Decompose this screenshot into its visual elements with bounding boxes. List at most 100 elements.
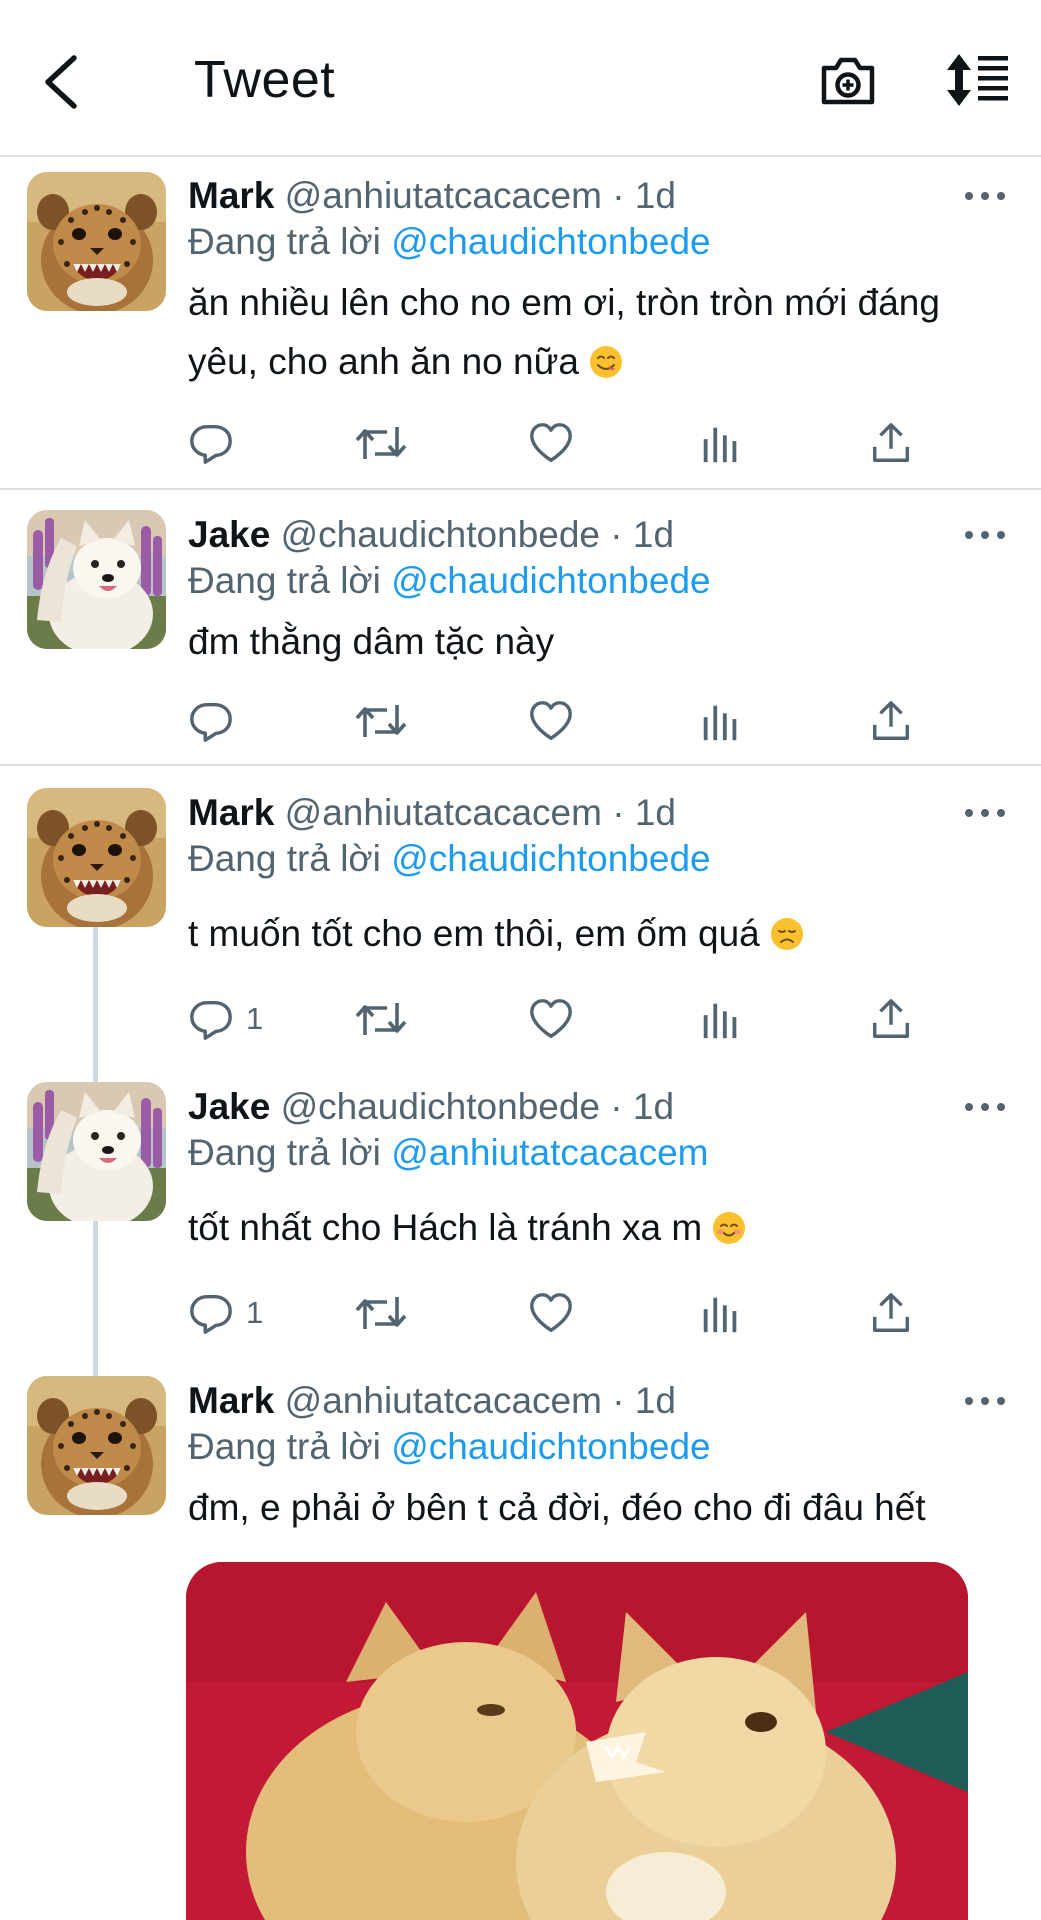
replying-to-line: Đang trả lời @chaudichtonbede: [188, 220, 711, 264]
more-options-button[interactable]: [964, 525, 1006, 545]
replying-to-line: Đang trả lời @chaudichtonbede: [188, 1425, 711, 1469]
tweet-author-line: Jake @chaudichtonbede · 1d: [188, 513, 674, 557]
reply-count: 1: [246, 1295, 264, 1330]
avatar[interactable]: [27, 1082, 166, 1221]
share-button[interactable]: [868, 994, 914, 1044]
tweet-text: đm thằng dâm tặc này: [188, 621, 555, 662]
author-name[interactable]: Jake: [188, 514, 270, 555]
analytics-icon: [698, 996, 744, 1042]
author-handle[interactable]: @anhiutatcacacem: [285, 175, 602, 216]
tweet-actions: [188, 418, 928, 468]
more-options-button[interactable]: [964, 1391, 1006, 1411]
mention-link[interactable]: @chaudichtonbede: [391, 1426, 710, 1467]
like-button[interactable]: [528, 1288, 574, 1338]
more-icon: [964, 186, 1006, 206]
more-options-button[interactable]: [964, 186, 1006, 206]
retweet-button[interactable]: [354, 994, 408, 1044]
author-handle[interactable]: @anhiutatcacacem: [285, 1380, 602, 1421]
reply-button[interactable]: 1: [188, 1288, 263, 1338]
cheetah-cub-avatar: [27, 172, 166, 311]
tweet-text: đm, e phải ở bên t cả đời, đéo cho đi đâ…: [188, 1487, 926, 1528]
like-icon: [528, 1290, 574, 1336]
tweet-photo[interactable]: [186, 1562, 968, 1920]
retweet-button[interactable]: [354, 418, 408, 468]
tweet-time: 1d: [634, 175, 677, 216]
mention-link[interactable]: @anhiutatcacacem: [391, 1132, 708, 1173]
like-button[interactable]: [528, 418, 574, 468]
reply-button[interactable]: [188, 418, 234, 468]
avatar[interactable]: [27, 172, 166, 311]
reply-button[interactable]: 1: [188, 994, 263, 1044]
retweet-button[interactable]: [354, 696, 408, 746]
retweet-button[interactable]: [354, 1288, 408, 1338]
separator-dot: ·: [610, 514, 623, 555]
author-handle[interactable]: @chaudichtonbede: [281, 1086, 600, 1127]
analytics-icon: [698, 1290, 744, 1336]
mention-link[interactable]: @chaudichtonbede: [391, 221, 710, 262]
tweet-author-line: Mark @anhiutatcacacem · 1d: [188, 1379, 676, 1423]
tweet[interactable]: Mark @anhiutatcacacem · 1d Đang trả lời …: [0, 0, 1041, 490]
replying-to-label: Đang trả lời: [188, 560, 381, 601]
avatar[interactable]: [27, 510, 166, 649]
analytics-icon: [698, 420, 744, 466]
reply-button[interactable]: [188, 696, 234, 746]
tweet-author-line: Jake @chaudichtonbede · 1d: [188, 1085, 674, 1129]
tweet-text-line: yêu, cho anh ăn no nữa: [188, 332, 1008, 391]
analytics-button[interactable]: [698, 418, 744, 468]
separator-dot: ·: [612, 1380, 625, 1421]
like-icon: [528, 996, 574, 1042]
share-button[interactable]: [868, 418, 914, 468]
retweet-icon: [354, 419, 408, 467]
like-button[interactable]: [528, 994, 574, 1044]
share-button[interactable]: [868, 696, 914, 746]
replying-to-line: Đang trả lời @chaudichtonbede: [188, 559, 711, 603]
reply-icon: [188, 1290, 234, 1336]
share-button[interactable]: [868, 1288, 914, 1338]
like-button[interactable]: [528, 696, 574, 746]
author-handle[interactable]: @chaudichtonbede: [281, 514, 600, 555]
mention-link[interactable]: @chaudichtonbede: [391, 560, 710, 601]
avatar[interactable]: [27, 788, 166, 927]
tweet-text: t muốn tốt cho em thôi, em ốm quá: [188, 904, 1008, 963]
white-dog-avatar: [27, 510, 166, 649]
tweet[interactable]: Mark @anhiutatcacacem · 1d Đang trả lời …: [0, 766, 1041, 1060]
separator-dot: ·: [610, 1086, 623, 1127]
tweet-text-part: tốt nhất cho Hách là tránh xa m: [188, 1207, 703, 1248]
share-icon: [868, 1290, 914, 1336]
reply-icon: [188, 698, 234, 744]
like-icon: [528, 420, 574, 466]
tweet-author-line: Mark @anhiutatcacacem · 1d: [188, 174, 676, 218]
analytics-button[interactable]: [698, 1288, 744, 1338]
tweet-time: 1d: [632, 514, 675, 555]
tweet-time: 1d: [634, 792, 677, 833]
more-options-button[interactable]: [964, 1097, 1006, 1117]
cheetah-cub-avatar: [27, 1376, 166, 1515]
mention-link[interactable]: @chaudichtonbede: [391, 838, 710, 879]
author-name[interactable]: Mark: [188, 792, 274, 833]
author-handle[interactable]: @anhiutatcacacem: [285, 792, 602, 833]
tweet-actions: 1: [188, 1288, 928, 1338]
analytics-icon: [698, 698, 744, 744]
replying-to-label: Đang trả lời: [188, 1426, 381, 1467]
replying-to-label: Đang trả lời: [188, 1132, 381, 1173]
more-options-button[interactable]: [964, 803, 1006, 823]
more-icon: [964, 525, 1006, 545]
avatar[interactable]: [27, 1376, 166, 1515]
more-icon: [964, 1097, 1006, 1117]
author-name[interactable]: Mark: [188, 1380, 274, 1421]
author-name[interactable]: Mark: [188, 175, 274, 216]
analytics-button[interactable]: [698, 696, 744, 746]
tweet[interactable]: Jake @chaudichtonbede · 1d Đang trả lời …: [0, 490, 1041, 766]
tweet[interactable]: Jake @chaudichtonbede · 1d Đang trả lời …: [0, 1060, 1041, 1354]
retweet-icon: [354, 697, 408, 745]
replying-to-label: Đang trả lời: [188, 221, 381, 262]
tweet-text-part: yêu, cho anh ăn no nữa: [188, 341, 579, 382]
replying-to-line: Đang trả lời @anhiutatcacacem: [188, 1131, 708, 1175]
retweet-icon: [354, 995, 408, 1043]
tweet-actions: [188, 696, 928, 746]
disappointed-face-emoji: [770, 917, 804, 951]
analytics-button[interactable]: [698, 994, 744, 1044]
author-name[interactable]: Jake: [188, 1086, 270, 1127]
tweet-time: 1d: [632, 1086, 675, 1127]
more-icon: [964, 1391, 1006, 1411]
